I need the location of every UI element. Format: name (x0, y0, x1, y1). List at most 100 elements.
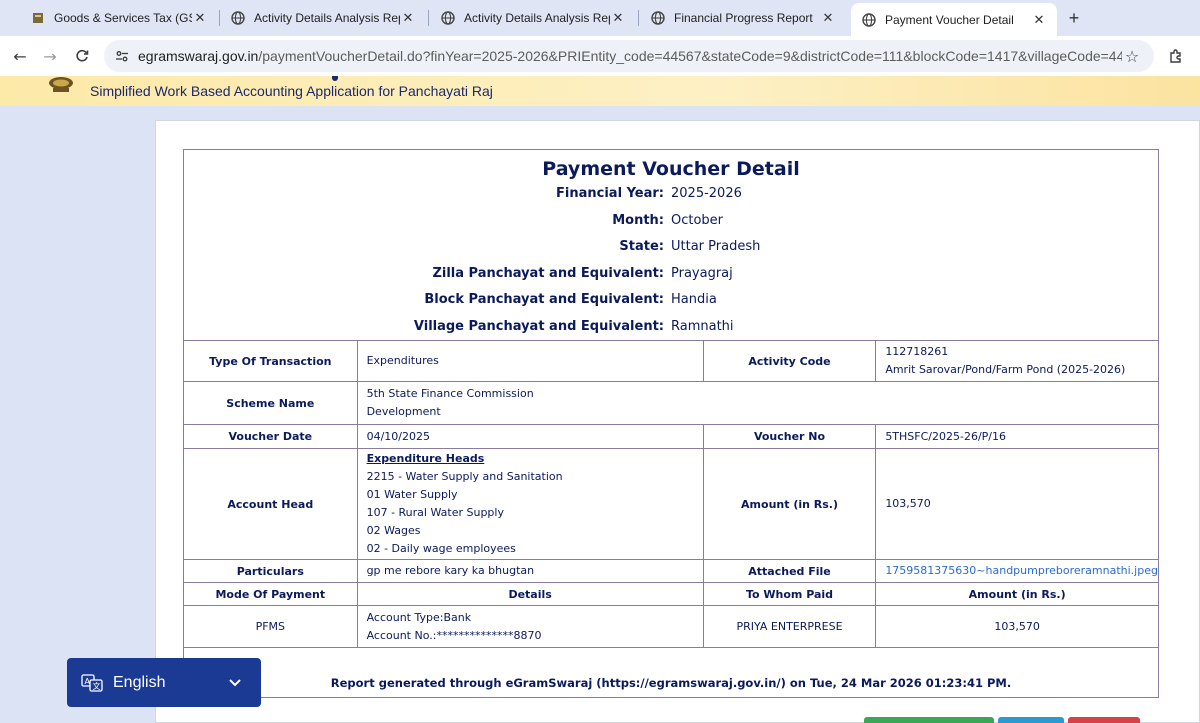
voucher-no-value: 5THSFC/2025-26/P/16 (875, 424, 1159, 449)
scheme-subname-value: Development (366, 405, 441, 418)
forward-arrow-icon[interactable]: → (40, 46, 60, 66)
language-label: English (113, 673, 166, 691)
attached-file-label: Attached File (702, 559, 877, 583)
table-row: Account Head Expenditure Heads 2215 - Wa… (183, 448, 1159, 560)
tab-title: Activity Details Analysis Report (254, 11, 400, 25)
activity-code-label: Activity Code (702, 340, 877, 382)
close-icon[interactable]: ✕ (192, 10, 208, 26)
table-row: Scheme Name 5th State Finance Commission… (183, 381, 1160, 425)
site-settings-icon[interactable] (114, 48, 130, 64)
address-bar[interactable]: egramswaraj.gov.in/paymentVoucherDetail.… (104, 40, 1154, 72)
tab-title: Financial Progress Report (674, 11, 813, 25)
meta-label: State: (619, 239, 664, 254)
bottom-button-edge (1068, 717, 1140, 723)
attached-file-link[interactable]: 1759581375630~handpumpreboreramnathi.jpe… (885, 564, 1158, 577)
close-icon[interactable]: ✕ (610, 10, 626, 26)
close-icon[interactable]: ✕ (400, 10, 416, 26)
meta-label: Village Panchayat and Equivalent: (413, 319, 664, 334)
type-of-transaction-label: Type Of Transaction (183, 340, 358, 382)
meta-block: Block Panchayat and Equivalent: Handia (300, 292, 900, 312)
type-of-transaction-value: Expenditures (356, 340, 704, 382)
meta-value: Uttar Pradesh (671, 239, 761, 254)
url-text: egramswaraj.gov.in/paymentVoucherDetail.… (138, 48, 1122, 64)
meta-label: Month: (612, 213, 664, 228)
voucher-table: Type Of Transaction Expenditures Activit… (183, 340, 1160, 648)
bottom-button-edge (864, 717, 994, 723)
translate-icon: A文 (81, 673, 103, 693)
tab-financial-progress[interactable]: Financial Progress Report ✕ (640, 0, 846, 36)
chevron-down-icon (225, 673, 245, 693)
account-type-value: Account Type:Bank (366, 610, 472, 624)
amount-header: Amount (in Rs.) (875, 582, 1159, 606)
voucher-date-label: Voucher Date (183, 424, 358, 449)
svg-text:文: 文 (93, 681, 101, 691)
url-path: /paymentVoucherDetail.do?finYear=2025-20… (258, 48, 1122, 64)
language-selector[interactable]: A文 English (67, 658, 261, 707)
scheme-name-value: 5th State Finance Commission (366, 387, 534, 400)
expenditure-heads-title: Expenditure Heads (366, 452, 485, 465)
browser-tab-bar: Goods & Services Tax (GST) | Se ✕ Activi… (0, 0, 1200, 36)
tab-gst[interactable]: Goods & Services Tax (GST) | Se ✕ (20, 0, 218, 36)
details-header: Details (356, 582, 704, 606)
activity-code-value: 112718261 (885, 345, 949, 358)
tab-payment-voucher[interactable]: Payment Voucher Detail ✕ (851, 3, 1057, 36)
browser-toolbar: ← → egramswaraj.gov.in/paymentVoucherDet… (0, 36, 1200, 76)
tab-separator (428, 10, 429, 26)
account-head-cell: Expenditure Heads 2215 - Water Supply an… (356, 448, 704, 560)
voucher-no-label: Voucher No (702, 424, 877, 449)
voucher-date-value: 04/10/2025 (356, 424, 704, 449)
bottom-button-edge (998, 717, 1064, 723)
tab-title: Goods & Services Tax (GST) | Se (54, 11, 192, 25)
mode-of-payment-value: PFMS (183, 605, 358, 648)
national-emblem-icon (49, 77, 73, 92)
gov-emblem-icon (30, 10, 46, 26)
close-icon[interactable]: ✕ (1031, 12, 1047, 28)
meta-label: Block Panchayat and Equivalent: (424, 292, 664, 307)
meta-label: Zilla Panchayat and Equivalent: (432, 266, 664, 281)
table-row: PFMS Account Type:Bank Account No.:*****… (183, 605, 1159, 648)
scheme-name-label: Scheme Name (183, 381, 358, 425)
expenditure-head-item: 02 - Daily wage employees (366, 542, 516, 555)
new-tab-plus-icon[interactable]: + (1064, 8, 1084, 28)
back-arrow-icon[interactable]: ← (10, 46, 30, 66)
tab-activity-details-2[interactable]: Activity Details Analysis Report ✕ (430, 0, 636, 36)
payment-details-cell: Account Type:Bank Account No.:**********… (356, 605, 704, 648)
meta-financial-year: Financial Year: 2025-2026 (300, 186, 900, 206)
tab-title: Payment Voucher Detail (885, 12, 1014, 27)
meta-value: Prayagraj (671, 266, 733, 281)
payment-amount-value: 103,570 (875, 605, 1159, 648)
globe-icon (230, 10, 246, 26)
reload-icon[interactable] (72, 46, 92, 66)
table-header-row: Mode Of Payment Details To Whom Paid Amo… (183, 582, 1159, 606)
globe-icon (440, 10, 456, 26)
meta-value: Ramnathi (671, 319, 734, 334)
page-title: Payment Voucher Detail (542, 158, 800, 180)
close-icon[interactable]: ✕ (820, 10, 836, 26)
bookmark-star-icon[interactable]: ☆ (1122, 46, 1142, 66)
table-row: Voucher Date 04/10/2025 Voucher No 5THSF… (183, 424, 1159, 449)
meta-zilla: Zilla Panchayat and Equivalent: Prayagra… (300, 266, 900, 286)
table-row: Type Of Transaction Expenditures Activit… (183, 340, 1159, 382)
tab-activity-details-1[interactable]: Activity Details Analysis Report ✕ (220, 0, 426, 36)
site-subtitle: Simplified Work Based Accounting Applica… (90, 83, 493, 99)
expenditure-head-item: 01 Water Supply (366, 488, 458, 501)
particulars-value: gp me rebore kary ka bhugtan (356, 559, 704, 583)
globe-icon (650, 10, 666, 26)
meta-village: Village Panchayat and Equivalent: Ramnat… (300, 319, 900, 339)
account-head-label: Account Head (183, 448, 358, 560)
site-header: Simplified Work Based Accounting Applica… (0, 76, 1200, 106)
activity-name-value: Amrit Sarovar/Pond/Farm Pond (2025-2026) (885, 363, 1126, 376)
amount-value: 103,570 (875, 448, 1159, 560)
scheme-name-cell: 5th State Finance Commission Development (356, 381, 1160, 425)
particulars-label: Particulars (183, 559, 358, 583)
expenditure-head-item: 2215 - Water Supply and Sanitation (366, 470, 563, 483)
globe-icon (861, 12, 877, 28)
to-whom-paid-header: To Whom Paid (702, 582, 877, 606)
meta-label: Financial Year: (556, 186, 664, 201)
meta-state: State: Uttar Pradesh (300, 239, 900, 259)
attached-file-cell: 1759581375630~handpumpreboreramnathi.jpe… (875, 559, 1159, 583)
extensions-puzzle-icon[interactable] (1166, 46, 1186, 66)
activity-code-cell: 112718261 Amrit Sarovar/Pond/Farm Pond (… (875, 340, 1159, 382)
to-whom-paid-value: PRIYA ENTERPRESE (702, 605, 877, 648)
report-footer: Report generated through eGramSwaraj (ht… (330, 676, 1012, 690)
